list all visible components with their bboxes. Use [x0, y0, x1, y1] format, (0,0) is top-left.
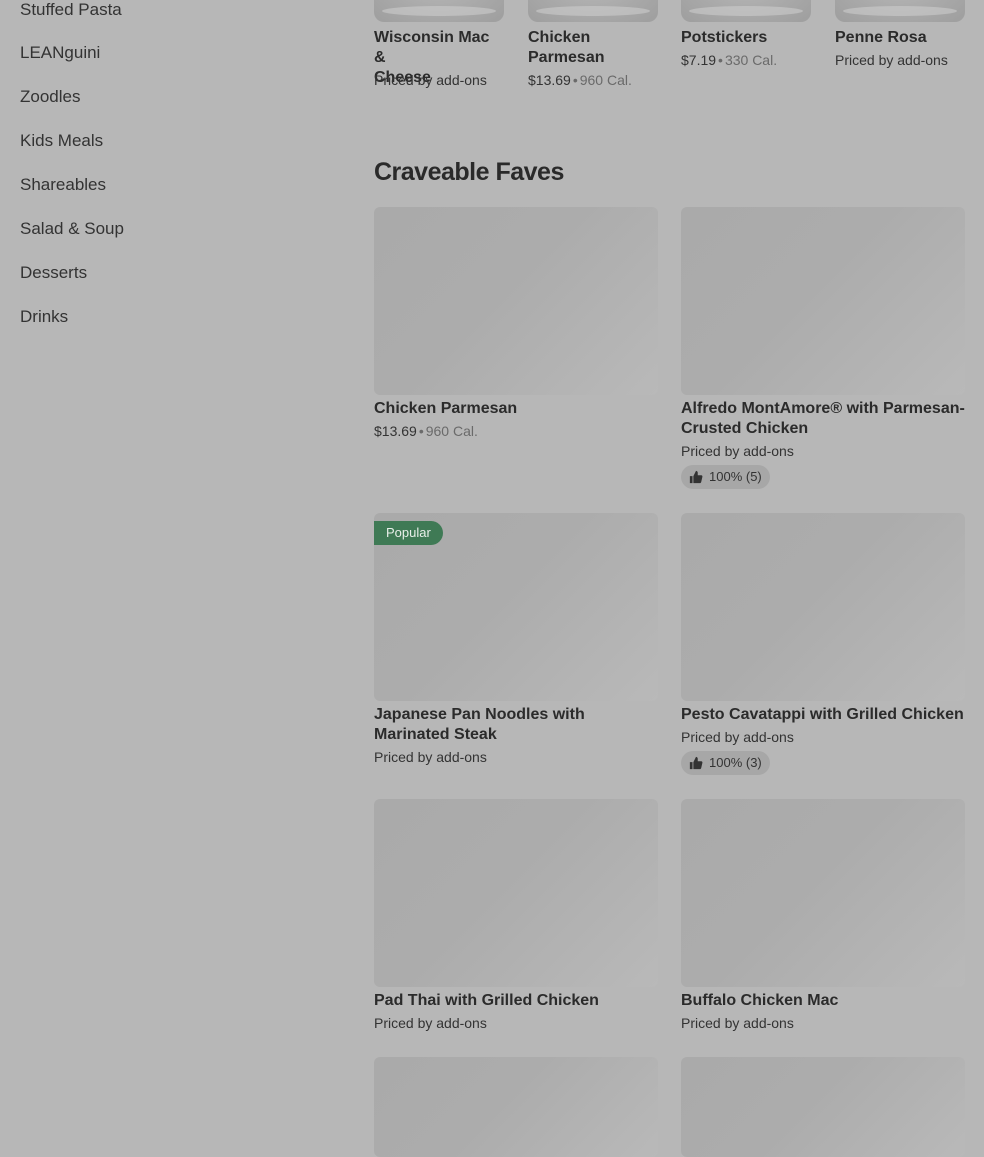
menu-item-name: Potstickers [681, 29, 768, 46]
menu-item-row: Wisconsin Mac & Cheese Priced by add-ons … [374, 0, 974, 110]
menu-item-price: $7.19 • 330 Cal. [681, 52, 778, 68]
menu-item-image [681, 513, 965, 701]
sidebar-item-shareables[interactable]: Shareables [20, 175, 106, 195]
rating-badge: 100% (3) [681, 751, 770, 775]
menu-item-price: Priced by add-ons [681, 1015, 794, 1031]
sidebar-item-desserts[interactable]: Desserts [20, 263, 87, 283]
menu-item-name: Penne Rosa [835, 29, 927, 46]
rating-value: 100% (3) [709, 755, 762, 770]
menu-item-price: Priced by add-ons [374, 1015, 487, 1031]
rating-value: 100% (5) [709, 469, 762, 484]
menu-item-image [528, 0, 658, 22]
menu-item-image [374, 0, 504, 22]
menu-item-price: Priced by add-ons [374, 72, 487, 88]
menu-item-image [681, 799, 965, 987]
menu-item-name: Chicken Parmesan [374, 400, 518, 417]
menu-item-image [374, 207, 658, 395]
popular-badge: Popular [374, 521, 443, 545]
thumbs-up-icon [689, 470, 703, 484]
thumbs-up-icon [689, 756, 703, 770]
menu-item-image [681, 1057, 965, 1157]
menu-item-price: Priced by add-ons [681, 443, 794, 459]
sidebar-item-stuffed-pasta[interactable]: Stuffed Pasta [20, 0, 122, 20]
menu-item-image [681, 207, 965, 395]
sidebar-item-salad-soup[interactable]: Salad & Soup [20, 219, 124, 239]
menu-item-image [681, 0, 811, 22]
menu-item-name: Alfredo MontAmore® with Parmesan-Crusted… [681, 400, 965, 437]
menu-item-price: $13.69 • 960 Cal. [374, 423, 478, 439]
menu-item-price: Priced by add-ons [681, 729, 794, 745]
menu-item-name: Chicken Parmesan [528, 29, 605, 66]
menu-item-price: Priced by add-ons [374, 749, 487, 765]
sidebar-item-drinks[interactable]: Drinks [20, 307, 68, 327]
sidebar-item-leanguini[interactable]: LEANguini [20, 43, 100, 63]
sidebar-item-kids-meals[interactable]: Kids Meals [20, 131, 103, 151]
menu-item-price: Priced by add-ons [835, 52, 948, 68]
section-title: Craveable Faves [374, 158, 564, 186]
menu-item-name: Buffalo Chicken Mac [681, 992, 839, 1009]
rating-badge: 100% (5) [681, 465, 770, 489]
menu-item-name: Pad Thai with Grilled Chicken [374, 992, 599, 1009]
menu-item-name: Pesto Cavatappi with Grilled Chicken [681, 706, 964, 723]
menu-item-name: Japanese Pan Noodles with Marinated Stea… [374, 706, 585, 743]
menu-item-price: $13.69 • 960 Cal. [528, 72, 632, 88]
sidebar-item-zoodles[interactable]: Zoodles [20, 87, 80, 107]
menu-item-image [374, 799, 658, 987]
menu-item-image [374, 1057, 658, 1157]
menu-item-image [835, 0, 965, 22]
